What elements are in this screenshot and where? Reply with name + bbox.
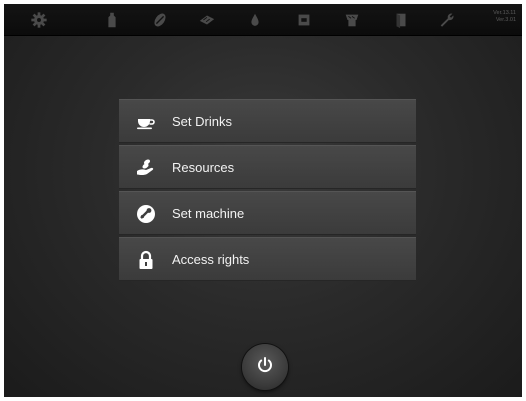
app-screen: Ver.13.11 Ver.3.01 Set Drinks Resources … <box>4 4 522 397</box>
menu-item-label: Resources <box>172 160 235 175</box>
cup-icon <box>135 111 157 133</box>
wrench-icon[interactable] <box>437 10 457 30</box>
menu-item-access-rights[interactable]: Access rights <box>119 237 416 281</box>
power-button[interactable] <box>242 344 288 390</box>
version-line-2: Ver.3.01 <box>495 17 516 23</box>
cleaning-tablet-icon[interactable] <box>197 10 217 30</box>
power-icon <box>255 355 275 380</box>
menu-item-resources[interactable]: Resources <box>119 145 416 189</box>
water-drop-icon[interactable] <box>245 10 265 30</box>
machine-settings-icon <box>135 203 157 225</box>
version-info: Ver.13.11 Ver.3.01 <box>476 10 516 24</box>
coffee-machine-icon[interactable] <box>294 10 314 30</box>
main-menu: Set Drinks Resources Set machine Access … <box>119 99 416 283</box>
door-icon[interactable] <box>391 10 411 30</box>
top-status-bar: Ver.13.11 Ver.3.01 <box>4 4 522 36</box>
grinder-icon[interactable] <box>342 10 362 30</box>
version-line-1: Ver.13.11 <box>493 10 516 16</box>
padlock-icon <box>135 249 157 271</box>
bottle-icon[interactable] <box>102 10 122 30</box>
menu-item-label: Access rights <box>172 252 250 267</box>
descale-icon[interactable] <box>150 10 170 30</box>
menu-item-label: Set machine <box>172 206 245 221</box>
menu-item-label: Set Drinks <box>172 114 232 129</box>
hand-bean-icon <box>135 157 157 179</box>
settings-gear-icon[interactable] <box>29 10 49 30</box>
menu-item-set-drinks[interactable]: Set Drinks <box>119 99 416 143</box>
menu-item-set-machine[interactable]: Set machine <box>119 191 416 235</box>
